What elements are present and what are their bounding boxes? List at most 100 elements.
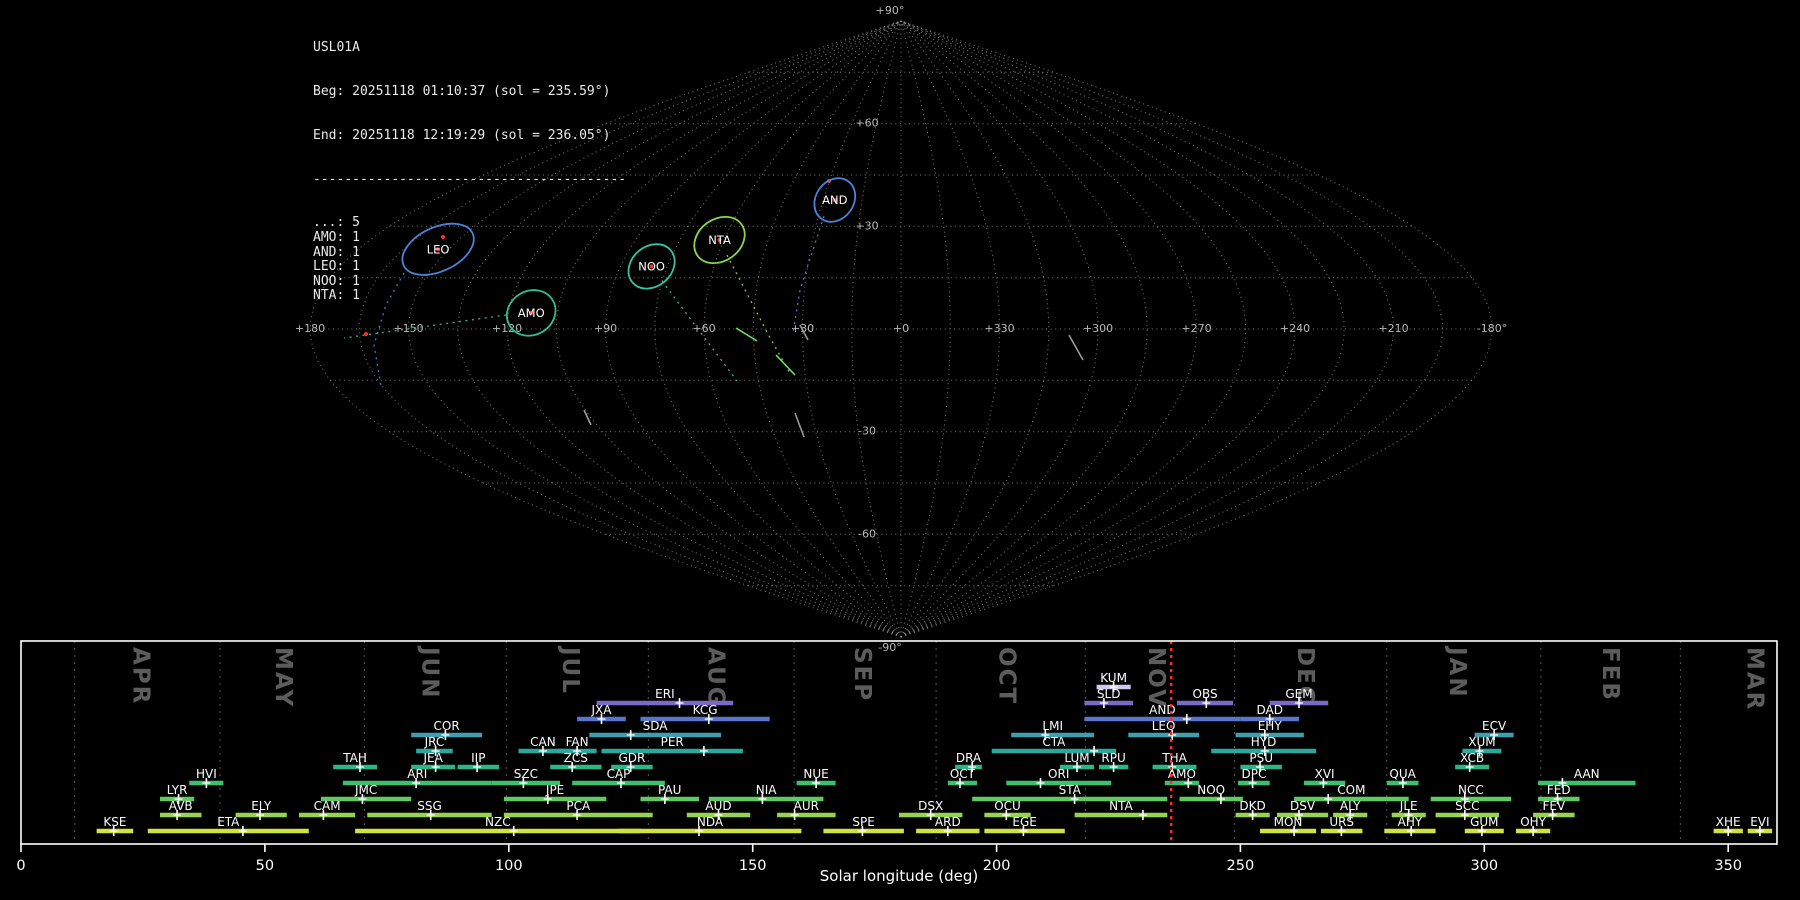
- shower-code-label: SSG: [417, 799, 442, 813]
- shower-code-label: AUD: [705, 799, 731, 813]
- month-label: JAN: [1444, 645, 1470, 699]
- shower-code-label: GUM: [1470, 815, 1498, 829]
- shower-code-label: ALY: [1340, 799, 1361, 813]
- separator-line: ----------------------------------------: [313, 171, 627, 187]
- shower-bar-QUA: QUA: [1386, 767, 1419, 788]
- shower-code-label: THA: [1161, 751, 1187, 765]
- shower-bar-NUE: NUE: [796, 767, 836, 788]
- shower-bar-CAP: CAP: [572, 767, 665, 788]
- shower-code-label: DSX: [918, 799, 943, 813]
- shower-code-label: NDA: [697, 815, 724, 829]
- shower-bar-ETA: ETA: [147, 815, 309, 836]
- station-code: USL01A: [313, 40, 360, 56]
- shower-code-label: CTA: [1042, 735, 1066, 749]
- shower-code-label: CAN: [530, 735, 556, 749]
- shower-code-label: JPE: [545, 783, 564, 797]
- shower-code-label: DAD: [1256, 703, 1282, 717]
- shower-code-label: JMC: [354, 783, 377, 797]
- shower-bar-CTA: CTA: [991, 735, 1117, 756]
- shower-code-label: CAM: [314, 799, 341, 813]
- shower-bar-JPE: JPE: [503, 783, 607, 804]
- shower-bar-IIP: IIP: [457, 751, 499, 772]
- meteor-track: [1068, 334, 1084, 361]
- shower-code-label: GEM: [1285, 687, 1312, 701]
- shower-code-label: COM: [1337, 783, 1365, 797]
- radiant-NTA: NTA: [693, 215, 746, 265]
- shower-code-label: ETA: [217, 815, 240, 829]
- shower-bar-NTA: NTA: [1074, 799, 1168, 820]
- sky-lon-label: +180: [295, 322, 325, 335]
- shower-bar-ELY: ELY: [235, 799, 287, 820]
- shower-code-label: IIP: [471, 751, 485, 765]
- shower-bar-JXA: JXA: [577, 703, 626, 724]
- shower-bar-EGE: EGE: [984, 815, 1065, 836]
- x-tick-label: 200: [983, 858, 1011, 874]
- x-tick-label: 50: [256, 858, 274, 874]
- shower-code-label: GDR: [618, 751, 645, 765]
- x-tick-label: 0: [16, 858, 25, 874]
- shower-code-label: PSU: [1249, 751, 1273, 765]
- shower-code-label: NIA: [756, 783, 778, 797]
- shower-code-label: OHY: [1520, 815, 1546, 829]
- shower-code-label: LMI: [1042, 719, 1063, 733]
- month-label: OCT: [993, 647, 1019, 705]
- radiant-activity-plot: +180+150+120+90+60+30+0+330+300+270+240+…: [16, 4, 1778, 885]
- shower-bar-AVB: AVB: [160, 799, 202, 820]
- meteor-track: [735, 327, 758, 342]
- shower-code-label: ORI: [1048, 767, 1069, 781]
- shower-bar-ZCS: ZCS: [550, 751, 602, 772]
- shower-code-label: ARD: [935, 815, 961, 829]
- sky-lon-label: +300: [1083, 322, 1113, 335]
- shower-code-label: LYR: [167, 783, 188, 797]
- shower-count-row: AND: 1: [313, 244, 360, 260]
- shower-code-label: JLE: [1399, 799, 1418, 813]
- shower-count-row: NTA: 1: [313, 288, 360, 304]
- shower-code-label: KUM: [1100, 671, 1127, 685]
- radiant-code-label: NOO: [638, 259, 665, 273]
- shower-bar-EVI: EVI: [1747, 815, 1773, 836]
- shower-code-label: EGE: [1012, 815, 1036, 829]
- shower-code-label: FED: [1547, 783, 1571, 797]
- shower-code-label: FAN: [566, 735, 589, 749]
- shower-code-label: PER: [661, 735, 684, 749]
- shower-code-label: QUA: [1389, 767, 1416, 781]
- shower-code-label: SLD: [1097, 687, 1121, 701]
- shower-code-label: OCU: [994, 799, 1021, 813]
- shower-code-label: DSV: [1290, 799, 1316, 813]
- observation-end: End: 20251118 12:19:29 (sol = 236.05°): [313, 127, 611, 143]
- shower-code-label: XHE: [1716, 815, 1741, 829]
- shower-counts: ...: 5 AMO: 1 AND: 1 LEO: 1 NOO: 1 NTA: 1: [313, 216, 626, 304]
- shower-bar-SLD: SLD: [1084, 687, 1134, 708]
- shower-bar-COR: COR: [411, 719, 482, 740]
- radiant-code-label: NTA: [708, 233, 731, 247]
- shower-code-label: XVI: [1315, 767, 1335, 781]
- shower-bar-SPE: SPE: [823, 815, 904, 836]
- sky-lon-label: -180°: [1477, 322, 1507, 335]
- meteor-track: [775, 354, 796, 376]
- month-label: JUL: [557, 645, 583, 695]
- x-tick-label: 250: [1227, 858, 1255, 874]
- sky-lon-label: +330: [984, 322, 1014, 335]
- radiant-point: [364, 332, 368, 336]
- shower-count-row: ...: 5: [313, 215, 360, 231]
- shower-bar-RPU: RPU: [1099, 751, 1129, 772]
- x-axis-title: Solar longitude (deg): [820, 867, 978, 885]
- sky-lon-label: +210: [1378, 322, 1408, 335]
- x-tick-label: 350: [1714, 858, 1742, 874]
- shower-count-row: LEO: 1: [313, 259, 360, 275]
- sky-meridian: [900, 20, 1345, 638]
- shower-code-label: COR: [434, 719, 460, 733]
- sky-lat-label: +60: [855, 117, 878, 130]
- shower-code-label: PCA: [566, 799, 591, 813]
- shower-code-label: NTA: [1109, 799, 1133, 813]
- sky-lon-label: +60: [692, 322, 715, 335]
- shower-code-label: XUM: [1468, 735, 1495, 749]
- shower-code-label: NOO: [1197, 783, 1225, 797]
- shower-code-label: EHY: [1258, 719, 1283, 733]
- shower-code-label: ZCS: [564, 751, 588, 765]
- month-label: MAR: [1742, 647, 1768, 711]
- radiant-NOO: NOO: [627, 243, 676, 290]
- shower-code-label: KCG: [693, 703, 718, 717]
- month-label: APR: [128, 647, 154, 705]
- shower-code-label: SZC: [514, 767, 538, 781]
